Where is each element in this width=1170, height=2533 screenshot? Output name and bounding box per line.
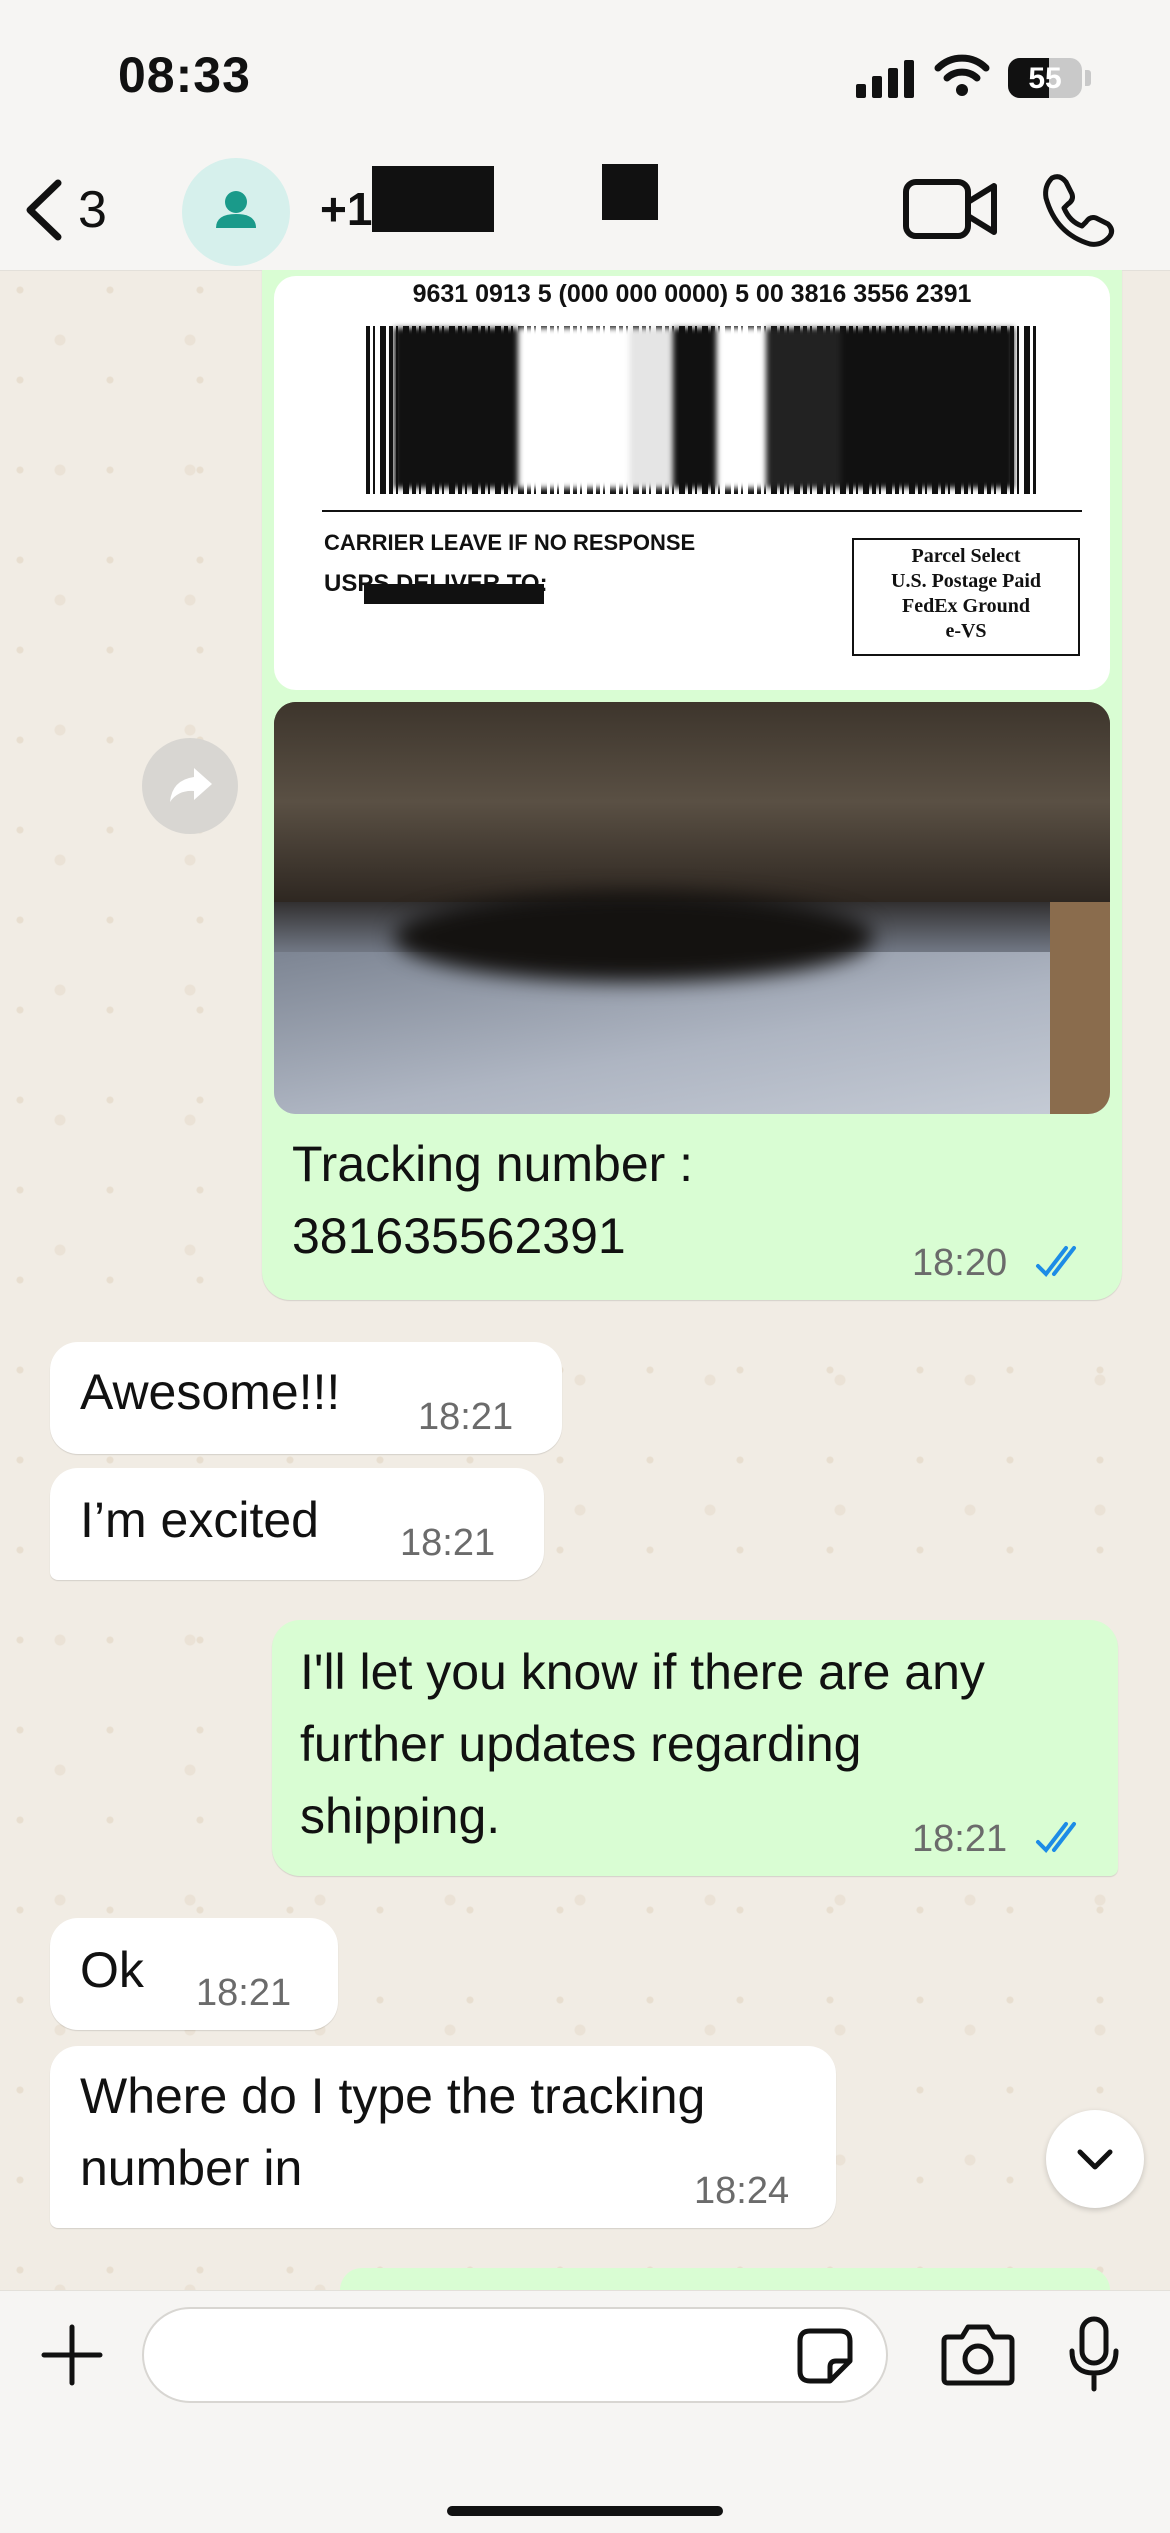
battery-nub (1085, 70, 1091, 86)
plus-icon[interactable] (38, 2321, 106, 2389)
unread-count: 3 (78, 181, 107, 239)
shadow (394, 892, 874, 982)
forward-icon (170, 768, 212, 802)
shipping-label-image[interactable]: 9631 0913 5 (000 000 0000) 5 00 3816 355… (274, 276, 1110, 690)
battery-level: 55 (1028, 62, 1062, 95)
video-camera-icon[interactable] (902, 176, 998, 242)
phone-icon[interactable] (1038, 170, 1118, 250)
read-receipt-icon (1036, 1246, 1076, 1278)
message-time: 18:21 (912, 1818, 1008, 1860)
postage-line: U.S. Postage Paid (891, 570, 1041, 592)
postage-box: Parcel Select U.S. Postage Paid FedEx Gr… (852, 538, 1080, 656)
message-text: I’m excited (80, 1492, 319, 1548)
chat-header: 3 +1 (0, 150, 1170, 271)
battery-icon: 55 (1008, 58, 1082, 98)
package-photo[interactable] (274, 702, 1110, 1114)
message-time: 18:24 (694, 2170, 790, 2212)
postage-line: Parcel Select (911, 545, 1021, 567)
back-chevron-icon (26, 179, 62, 241)
redaction-block (602, 164, 658, 220)
message-time: 18:20 (912, 1242, 1008, 1284)
message-text: Tracking number : 381635562391 (292, 1136, 694, 1264)
message-time: 18:21 (196, 1972, 292, 2014)
message-composer (0, 2290, 1170, 2533)
message-text: Ok (80, 1942, 144, 1998)
redaction-block (364, 584, 544, 604)
back-button[interactable]: 3 (22, 170, 107, 250)
sticker-icon[interactable] (796, 2327, 854, 2385)
label-carrier-text: CARRIER LEAVE IF NO RESPONSE (324, 530, 696, 555)
message-input[interactable] (142, 2307, 888, 2403)
forward-button[interactable] (142, 738, 238, 834)
postage-line: e-VS (945, 620, 987, 642)
read-receipt-icon (1036, 1822, 1076, 1854)
message-time: 18:21 (418, 1396, 514, 1438)
message-text: I'll let you know if there are any furth… (300, 1644, 985, 1844)
scroll-to-bottom-button[interactable] (1046, 2110, 1144, 2208)
wifi-icon (934, 54, 990, 96)
barcode-blurred (394, 328, 1014, 488)
message-text: Where do I type the tracking number in (80, 2068, 706, 2196)
redaction-block (372, 166, 494, 232)
microphone-icon[interactable] (1066, 2315, 1122, 2393)
box-flap (274, 702, 1110, 902)
signal-icon (856, 60, 916, 98)
home-indicator (447, 2506, 723, 2516)
postage-line: FedEx Ground (902, 595, 1030, 617)
message-time: 18:21 (400, 1522, 496, 1564)
contact-name[interactable]: +1 (320, 182, 372, 236)
status-time: 08:33 (118, 47, 251, 103)
person-icon (216, 191, 256, 228)
chevron-down-icon (1077, 2149, 1113, 2170)
status-bar: 08:33 55 (0, 0, 1170, 150)
label-divider (322, 510, 1082, 512)
label-tracking-line: 9631 0913 5 (000 000 0000) 5 00 3816 355… (412, 280, 972, 308)
message-text: Awesome!!! (80, 1364, 341, 1420)
camera-icon[interactable] (940, 2321, 1016, 2387)
avatar[interactable] (182, 158, 290, 266)
